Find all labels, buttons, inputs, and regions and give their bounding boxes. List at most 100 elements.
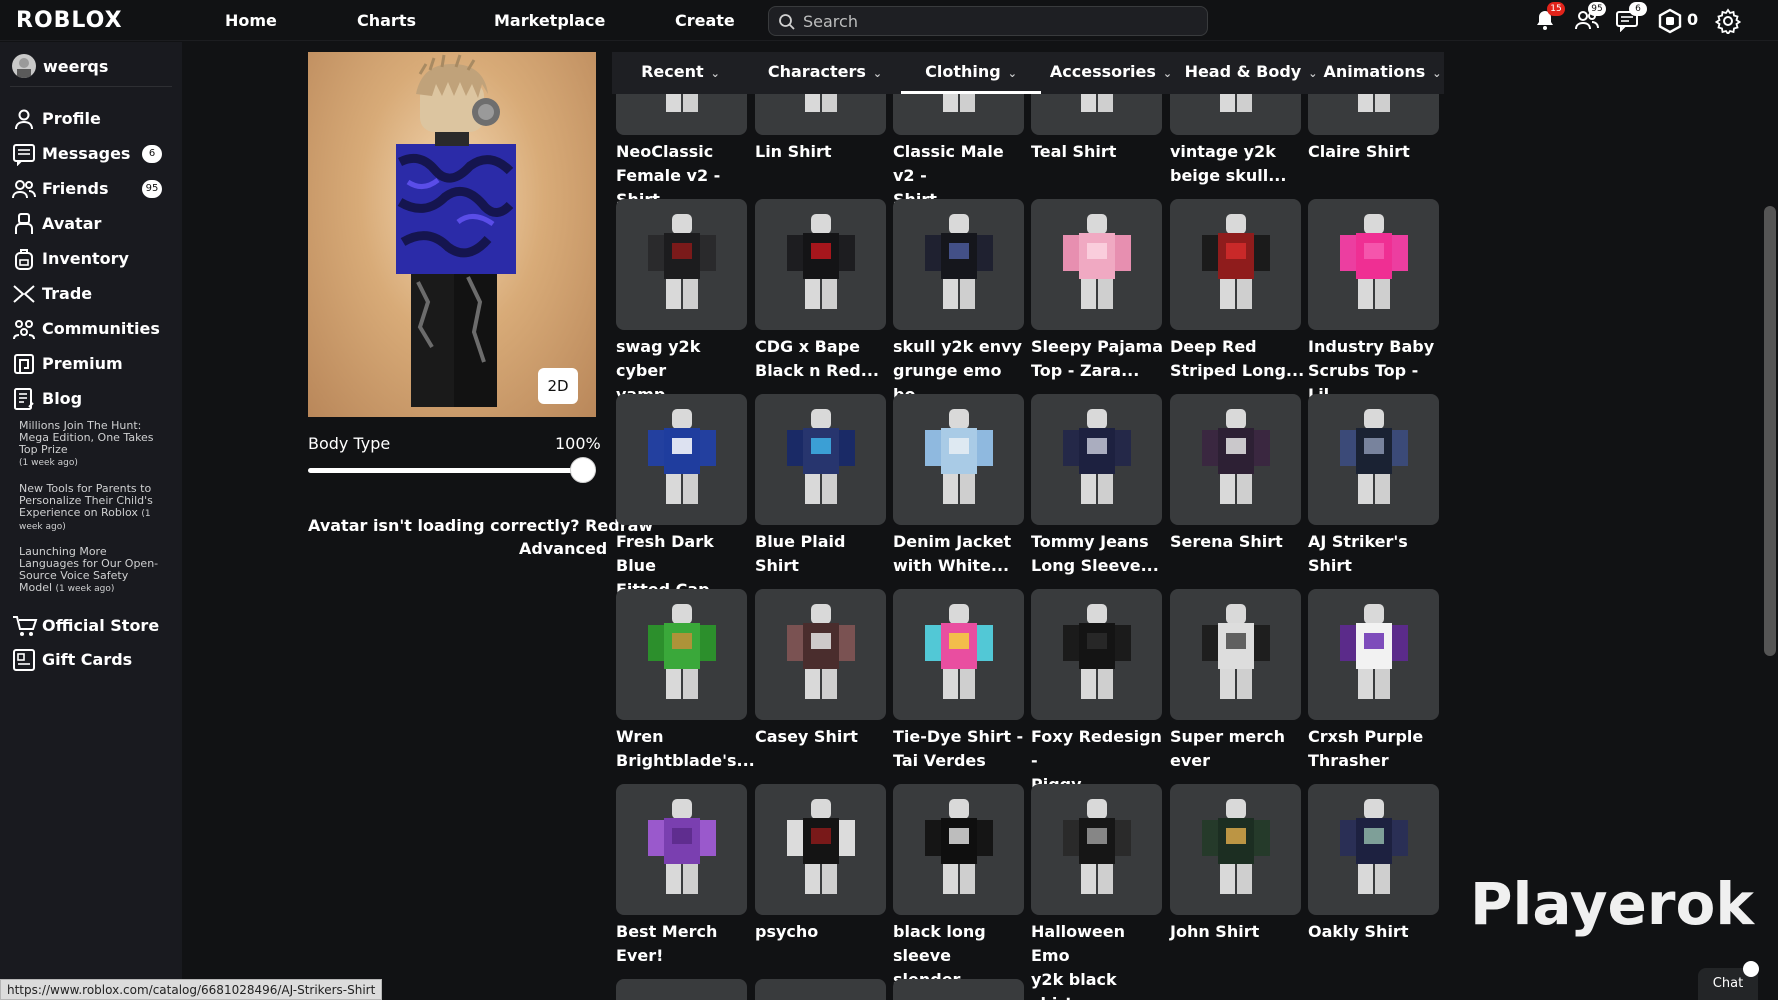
chevron-down-icon: ⌄ <box>710 67 720 80</box>
sidebar-item-messages[interactable]: Messages 6 <box>12 141 170 167</box>
body-type-slider-thumb[interactable] <box>570 457 596 483</box>
sidebar-item-avatar[interactable]: Avatar <box>12 211 170 237</box>
item-card-thumbnail[interactable] <box>893 979 1024 1000</box>
sidebar-item-friends[interactable]: Friends 95 <box>12 176 170 202</box>
item-card-name[interactable]: John Shirt <box>1170 920 1305 944</box>
item-card-name[interactable]: Lin Shirt <box>755 140 890 164</box>
blog-news-item[interactable]: Millions Join The Hunt: Mega Edition, On… <box>19 420 159 469</box>
item-card-name[interactable]: Casey Shirt <box>755 725 890 749</box>
item-card-thumbnail[interactable] <box>755 589 886 720</box>
item-card-thumbnail[interactable] <box>1170 199 1301 330</box>
nav-create[interactable]: Create <box>675 11 735 30</box>
sidebar-item-communities[interactable]: Communities <box>12 316 170 342</box>
item-card-name[interactable]: Tie-Dye Shirt - Tai Verdes <box>893 725 1028 773</box>
item-card-name[interactable]: Claire Shirt <box>1308 140 1443 164</box>
item-card-name[interactable]: Best Merch Ever! <box>616 920 751 968</box>
avatar-render <box>396 54 516 407</box>
friends-button[interactable]: 95 <box>1574 2 1606 34</box>
item-name-line: Sleepy Pajama <box>1031 337 1164 356</box>
tab-recent[interactable]: Recent ⌄ <box>612 52 749 94</box>
sidebar-item-profile[interactable]: Profile <box>12 106 170 132</box>
item-name-line: CDG x Bape <box>755 337 860 356</box>
tab-head-body[interactable]: Head & Body ⌄ <box>1181 52 1321 94</box>
item-card-thumbnail[interactable] <box>1308 589 1439 720</box>
item-card-name[interactable]: Serena Shirt <box>1170 530 1305 554</box>
item-card-thumbnail[interactable] <box>755 394 886 525</box>
item-card-thumbnail[interactable] <box>1308 394 1439 525</box>
item-card-name[interactable]: Tommy Jeans Long Sleeve... <box>1031 530 1166 578</box>
sidebar-item-blog[interactable]: Blog <box>12 386 170 412</box>
item-card-thumbnail[interactable] <box>1031 394 1162 525</box>
item-card-name[interactable]: psycho <box>755 920 890 944</box>
blog-news-item[interactable]: New Tools for Parents to Personalize The… <box>19 483 159 533</box>
item-card-name[interactable]: Super merch ever <box>1170 725 1305 773</box>
item-card-thumbnail[interactable] <box>893 784 1024 915</box>
messages-button[interactable]: 6 <box>1615 2 1647 34</box>
redraw-link[interactable]: Avatar isn't loading correctly? Redraw <box>308 516 653 535</box>
body-type-slider-track[interactable] <box>308 468 596 473</box>
user-profile-link[interactable]: weerqs <box>12 54 170 78</box>
item-card-thumbnail[interactable] <box>616 394 747 525</box>
item-card-thumbnail[interactable] <box>755 784 886 915</box>
blog-news-item[interactable]: Launching More Languages for Our Open-So… <box>19 546 159 595</box>
notifications-button[interactable]: 15 <box>1533 2 1565 34</box>
sidebar-item-label: Gift Cards <box>42 650 133 669</box>
item-card-name[interactable]: Crxsh Purple Thrasher <box>1308 725 1443 773</box>
item-card-thumbnail[interactable] <box>1031 199 1162 330</box>
item-card-thumbnail[interactable] <box>1170 394 1301 525</box>
item-card-thumbnail[interactable] <box>893 589 1024 720</box>
item-card-name[interactable]: Sleepy Pajama Top - Zara... <box>1031 335 1166 383</box>
roblox-logo[interactable]: ROBLOX <box>16 8 123 33</box>
item-card-name[interactable]: Oakly Shirt <box>1308 920 1443 944</box>
nav-home[interactable]: Home <box>225 11 277 30</box>
sidebar-item-inventory[interactable]: Inventory <box>12 246 170 272</box>
item-card-name[interactable]: Denim Jacket with White... <box>893 530 1028 578</box>
sidebar-item-official-store[interactable]: Official Store <box>12 613 170 639</box>
item-card-name[interactable]: CDG x Bape Black n Red... <box>755 335 890 383</box>
scrollbar-thumb[interactable] <box>1764 206 1776 656</box>
item-name-line: beige skull... <box>1170 166 1287 185</box>
sidebar-item-trade[interactable]: Trade <box>12 281 170 307</box>
item-card-thumbnail[interactable] <box>1170 589 1301 720</box>
item-card-thumbnail[interactable] <box>616 199 747 330</box>
item-card-thumbnail[interactable] <box>1170 784 1301 915</box>
item-card-name[interactable]: Wren Brightblade's... <box>616 725 755 773</box>
sidebar-item-premium[interactable]: Premium <box>12 351 170 377</box>
item-card-thumbnail[interactable] <box>893 199 1024 330</box>
tab-accessories[interactable]: Accessories ⌄ <box>1041 52 1181 94</box>
item-card-thumbnail[interactable] <box>1031 784 1162 915</box>
tab-characters[interactable]: Characters ⌄ <box>749 52 901 94</box>
item-card-thumbnail[interactable] <box>755 979 886 1000</box>
avatar-preview[interactable]: 2D <box>308 52 596 417</box>
tab-clothing[interactable]: Clothing ⌄ <box>901 52 1041 94</box>
item-card-thumbnail[interactable] <box>893 394 1024 525</box>
robux-button[interactable] <box>1657 8 1683 34</box>
item-card-thumbnail[interactable] <box>616 589 747 720</box>
news-date: (1 week ago) <box>19 458 78 468</box>
item-card-thumbnail[interactable] <box>1308 784 1439 915</box>
tab-label: Head & Body <box>1184 62 1302 81</box>
item-thumbnail <box>1340 409 1408 504</box>
advanced-link[interactable]: Advanced <box>519 539 607 558</box>
item-card-thumbnail[interactable] <box>616 784 747 915</box>
item-card-name[interactable]: Halloween Emo y2k black shirt... <box>1031 920 1166 1000</box>
view-2d-button[interactable]: 2D <box>538 368 578 404</box>
item-card-name[interactable]: Deep Red Striped Long... <box>1170 335 1305 383</box>
nav-marketplace[interactable]: Marketplace <box>494 11 605 30</box>
nav-charts[interactable]: Charts <box>357 11 416 30</box>
tab-animations[interactable]: Animations ⌄ <box>1321 52 1444 94</box>
item-card-thumbnail[interactable] <box>616 979 747 1000</box>
sidebar-item-label: Blog <box>42 389 83 408</box>
settings-button[interactable] <box>1714 8 1742 36</box>
item-card-thumbnail[interactable] <box>1308 199 1439 330</box>
search-box[interactable] <box>768 6 1208 36</box>
item-card-name[interactable]: vintage y2k beige skull... <box>1170 140 1305 188</box>
item-card-thumbnail[interactable] <box>1031 589 1162 720</box>
search-input[interactable] <box>803 10 1193 32</box>
avatar <box>12 54 36 78</box>
item-card-name[interactable]: AJ Striker's Shirt <box>1308 530 1443 578</box>
item-card-name[interactable]: Blue Plaid Shirt <box>755 530 890 578</box>
item-card-thumbnail[interactable] <box>755 199 886 330</box>
item-card-name[interactable]: Teal Shirt <box>1031 140 1166 164</box>
sidebar-item-gift-cards[interactable]: Gift Cards <box>12 647 170 673</box>
